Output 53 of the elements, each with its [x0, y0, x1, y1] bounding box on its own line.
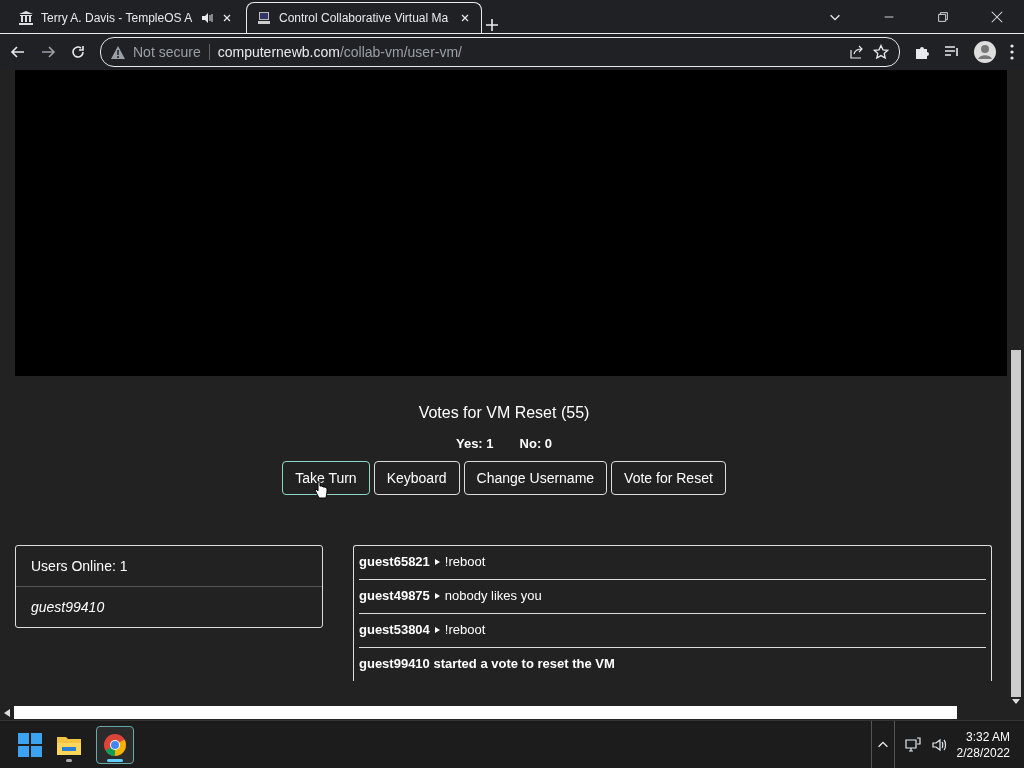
triangle-icon: [434, 592, 440, 599]
browser-tab[interactable]: Terry A. Davis - TempleOS A: [8, 2, 244, 33]
taskbar-app[interactable]: [96, 725, 134, 764]
close-icon[interactable]: [221, 12, 233, 24]
chat-message: !reboot: [444, 622, 486, 637]
vm-button[interactable]: Change Username: [463, 461, 608, 495]
volume-icon[interactable]: [930, 736, 947, 753]
browser-tab[interactable]: Control Collaborative Virtual Ma: [246, 2, 482, 33]
close-icon[interactable]: [990, 9, 1004, 24]
warning-icon: [111, 45, 125, 59]
bank-icon: [19, 11, 33, 25]
tab-title: Control Collaborative Virtual Ma: [279, 11, 450, 25]
votes-title: Votes for VM Reset (55): [418, 404, 590, 422]
vm-button[interactable]: Vote for Reset: [611, 461, 726, 495]
restore-icon[interactable]: [936, 9, 950, 24]
folder-icon: [57, 734, 81, 755]
vm-button[interactable]: Keyboard: [373, 461, 460, 495]
chat-username: guest49875: [359, 588, 430, 603]
chat-username: guest65821: [359, 554, 430, 569]
windows-start-icon[interactable]: [18, 732, 42, 757]
tab-title: Terry A. Davis - TempleOS A: [41, 11, 193, 25]
scroll-left-icon[interactable]: [4, 708, 10, 717]
chat-message: nobody likes you: [444, 588, 542, 603]
network-icon[interactable]: [904, 736, 921, 753]
reload-icon[interactable]: [70, 44, 86, 60]
puzzle-icon[interactable]: [914, 44, 930, 60]
close-icon[interactable]: [459, 12, 471, 24]
chat-system-message: guest99410 started a vote to reset the VM: [359, 656, 615, 671]
vm-button[interactable]: Take Turn: [282, 461, 370, 495]
hand-cursor-icon: [314, 481, 329, 499]
chat-message: !reboot: [444, 554, 486, 569]
chrome-icon: [104, 733, 126, 756]
users-title: Users Online: 1: [31, 558, 128, 574]
menu-icon[interactable]: [1010, 44, 1014, 60]
user-name[interactable]: guest99410: [31, 599, 105, 615]
security-label: Not secure: [133, 44, 201, 60]
no-count: No: 0: [519, 436, 553, 451]
computer-icon: [257, 11, 271, 25]
share-icon[interactable]: [849, 44, 865, 60]
clock-date: 2/28/2022: [956, 744, 1010, 761]
forward-icon[interactable]: [40, 44, 56, 60]
triangle-icon: [434, 626, 440, 633]
chat-username: guest53804: [359, 622, 430, 637]
avatar-icon[interactable]: [974, 41, 996, 63]
clock-time: 3:32 AM: [964, 728, 1010, 745]
speaker-icon[interactable]: [201, 12, 213, 24]
star-icon[interactable]: [873, 44, 889, 60]
plus-icon[interactable]: [484, 17, 500, 33]
address-bar[interactable]: Not secure computernewb.com/collab-vm/user-vm/: [100, 37, 900, 67]
back-icon[interactable]: [10, 44, 26, 60]
url-text: computernewb.com/collab-vm/user-vm/: [217, 44, 462, 60]
yes-count: Yes: 1: [455, 436, 494, 451]
triangle-icon: [434, 558, 440, 565]
